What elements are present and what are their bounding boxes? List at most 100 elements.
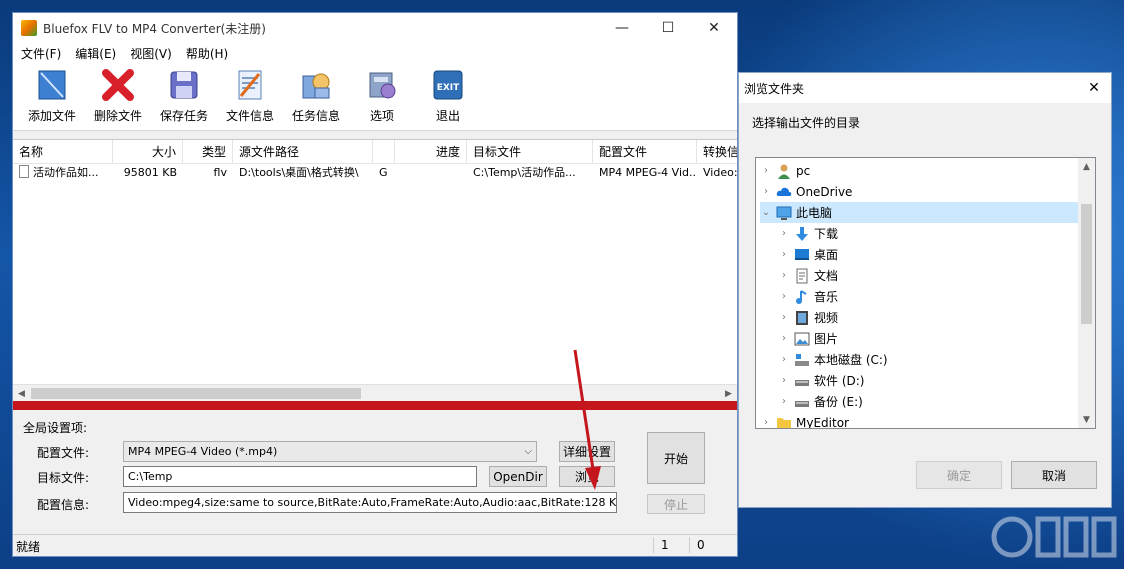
tree-item-pictures[interactable]: › 图片 xyxy=(778,328,1078,349)
status-bar: 就绪 1 0 xyxy=(13,534,737,556)
menu-bar: 文件(F) 编辑(E) 视图(V) 帮助(H) xyxy=(13,43,737,63)
settings-title: 全局设置项: xyxy=(23,421,88,435)
tree-item-drive-c[interactable]: › 本地磁盘 (C:) xyxy=(778,349,1078,370)
splitter-bar[interactable] xyxy=(13,401,737,410)
row-source: D:\tools\桌面\格式转换\ xyxy=(239,166,359,179)
target-input[interactable]: C:\Temp xyxy=(123,466,477,487)
start-button[interactable]: 开始 xyxy=(647,432,705,484)
task-list[interactable]: 名称 大小 类型 源文件路径 进度 目标文件 配置文件 转换信 活动作品如...… xyxy=(13,139,737,401)
tree-item-drive-e[interactable]: › 备份 (E:) xyxy=(778,391,1078,412)
desktop-icon xyxy=(795,248,809,260)
task-info-button[interactable]: 任务信息 xyxy=(283,63,349,124)
tree-item-music[interactable]: › 音乐 xyxy=(778,286,1078,307)
exit-button[interactable]: EXIT 退出 xyxy=(415,63,481,124)
col-source[interactable]: 源文件路径 xyxy=(233,140,373,164)
converter-window: Bluefox FLV to MP4 Converter(未注册) — ☐ ✕ … xyxy=(12,12,738,557)
chevron-right-icon[interactable]: › xyxy=(778,375,790,386)
profile-select[interactable]: MP4 MPEG-4 Video (*.mp4) ⌵ xyxy=(123,441,537,462)
tree-item-myeditor[interactable]: › MyEditor xyxy=(760,412,1080,428)
tree-item-desktop[interactable]: › 桌面 xyxy=(778,244,1078,265)
chevron-right-icon[interactable]: › xyxy=(778,291,790,302)
dialog-title: 浏览文件夹 xyxy=(744,81,805,96)
close-button[interactable]: ✕ xyxy=(691,13,737,43)
profile-info-field[interactable]: Video:mpeg4,size:same to source,BitRate:… xyxy=(123,492,617,513)
app-icon xyxy=(21,20,37,36)
chevron-right-icon[interactable]: › xyxy=(760,165,772,176)
col-type[interactable]: 类型 xyxy=(183,140,233,164)
delete-file-button[interactable]: 删除文件 xyxy=(85,63,151,124)
row-flag: G xyxy=(379,166,388,179)
file-info-button[interactable]: 文件信息 xyxy=(217,63,283,124)
folder-tree[interactable]: › pc › OneDrive ⌄ 此电脑 › 下载 › 桌面 › 文档 › 音… xyxy=(755,157,1096,429)
vertical-scrollbar[interactable]: ▲ ▼ xyxy=(1078,158,1095,428)
dialog-title-bar[interactable]: 浏览文件夹 ✕ xyxy=(739,73,1111,103)
chevron-right-icon[interactable]: › xyxy=(778,354,790,365)
options-icon xyxy=(369,72,396,99)
annotation-arrow xyxy=(573,349,601,490)
save-task-button[interactable]: 保存任务 xyxy=(151,63,217,124)
title-bar[interactable]: Bluefox FLV to MP4 Converter(未注册) — ☐ ✕ xyxy=(13,13,737,43)
dialog-close-button[interactable]: ✕ xyxy=(1077,73,1111,103)
row-type: flv xyxy=(213,166,227,179)
tree-item-downloads[interactable]: › 下载 xyxy=(778,223,1078,244)
row-size: 95801 KB xyxy=(123,166,177,179)
scroll-down-icon[interactable]: ▼ xyxy=(1078,411,1095,428)
menu-edit[interactable]: 编辑(E) xyxy=(75,45,116,62)
download-icon xyxy=(796,226,808,241)
menu-view[interactable]: 视图(V) xyxy=(130,45,172,62)
add-file-button[interactable]: 添加文件 xyxy=(19,63,85,124)
maximize-button[interactable]: ☐ xyxy=(645,13,691,43)
chevron-right-icon[interactable]: › xyxy=(778,249,790,260)
col-progress[interactable]: 进度 xyxy=(395,140,467,164)
svg-text:EXIT: EXIT xyxy=(437,83,460,93)
stop-button[interactable]: 停止 xyxy=(647,494,705,514)
chevron-right-icon[interactable]: › xyxy=(760,186,772,197)
scroll-left-icon[interactable]: ◀ xyxy=(13,385,30,402)
chevron-right-icon[interactable]: › xyxy=(760,417,772,428)
menu-file[interactable]: 文件(F) xyxy=(21,45,61,62)
chevron-right-icon[interactable]: › xyxy=(778,270,790,281)
table-row[interactable]: 活动作品如... 95801 KB flv D:\tools\桌面\格式转换\ … xyxy=(13,164,737,182)
watermark-logo xyxy=(991,516,1117,558)
minimize-button[interactable]: — xyxy=(599,13,645,43)
tree-item-pc[interactable]: › pc xyxy=(760,160,1080,181)
scroll-thumb[interactable] xyxy=(31,388,361,399)
chevron-right-icon[interactable]: › xyxy=(778,396,790,407)
chevron-down-icon[interactable]: ⌄ xyxy=(760,207,772,218)
status-count-2: 0 xyxy=(697,538,705,552)
row-info: Video:m xyxy=(703,166,737,179)
window-title: Bluefox FLV to MP4 Converter(未注册) xyxy=(43,21,266,36)
scroll-right-icon[interactable]: ▶ xyxy=(720,385,737,402)
folder-icon xyxy=(777,417,791,428)
chevron-right-icon[interactable]: › xyxy=(778,312,790,323)
tree-item-drive-d[interactable]: › 软件 (D:) xyxy=(778,370,1078,391)
col-name[interactable]: 名称 xyxy=(13,140,113,164)
chevron-right-icon[interactable]: › xyxy=(778,333,790,344)
tree-item-this-pc[interactable]: ⌄ 此电脑 xyxy=(760,202,1080,223)
col-profile[interactable]: 配置文件 xyxy=(593,140,697,164)
list-header: 名称 大小 类型 源文件路径 进度 目标文件 配置文件 转换信 xyxy=(13,140,737,164)
options-button[interactable]: 选项 xyxy=(349,63,415,124)
task-info-icon xyxy=(302,73,330,99)
row-target: C:\Temp\活动作品... xyxy=(473,166,576,179)
tree-item-onedrive[interactable]: › OneDrive xyxy=(760,181,1080,202)
browse-folder-dialog: 浏览文件夹 ✕ 选择输出文件的目录 › pc › OneDrive ⌄ 此电脑 … xyxy=(738,72,1112,508)
tree-item-documents[interactable]: › 文档 xyxy=(778,265,1078,286)
cancel-button[interactable]: 取消 xyxy=(1011,461,1097,489)
col-size[interactable]: 大小 xyxy=(113,140,183,164)
col-target[interactable]: 目标文件 xyxy=(467,140,593,164)
dialog-prompt: 选择输出文件的目录 xyxy=(752,116,861,130)
music-icon xyxy=(796,289,807,304)
drive-icon xyxy=(795,400,809,407)
col-info[interactable]: 转换信 xyxy=(697,140,737,164)
scroll-thumb[interactable] xyxy=(1081,204,1092,324)
col-flag[interactable] xyxy=(373,140,395,164)
opendir-button[interactable]: OpenDir xyxy=(489,466,547,487)
ok-button[interactable]: 确定 xyxy=(916,461,1002,489)
horizontal-scrollbar[interactable]: ◀ ▶ xyxy=(13,384,737,401)
menu-help[interactable]: 帮助(H) xyxy=(186,45,228,62)
scroll-up-icon[interactable]: ▲ xyxy=(1078,158,1095,175)
chevron-right-icon[interactable]: › xyxy=(778,228,790,239)
file-icon xyxy=(19,165,29,178)
tree-item-videos[interactable]: › 视频 xyxy=(778,307,1078,328)
